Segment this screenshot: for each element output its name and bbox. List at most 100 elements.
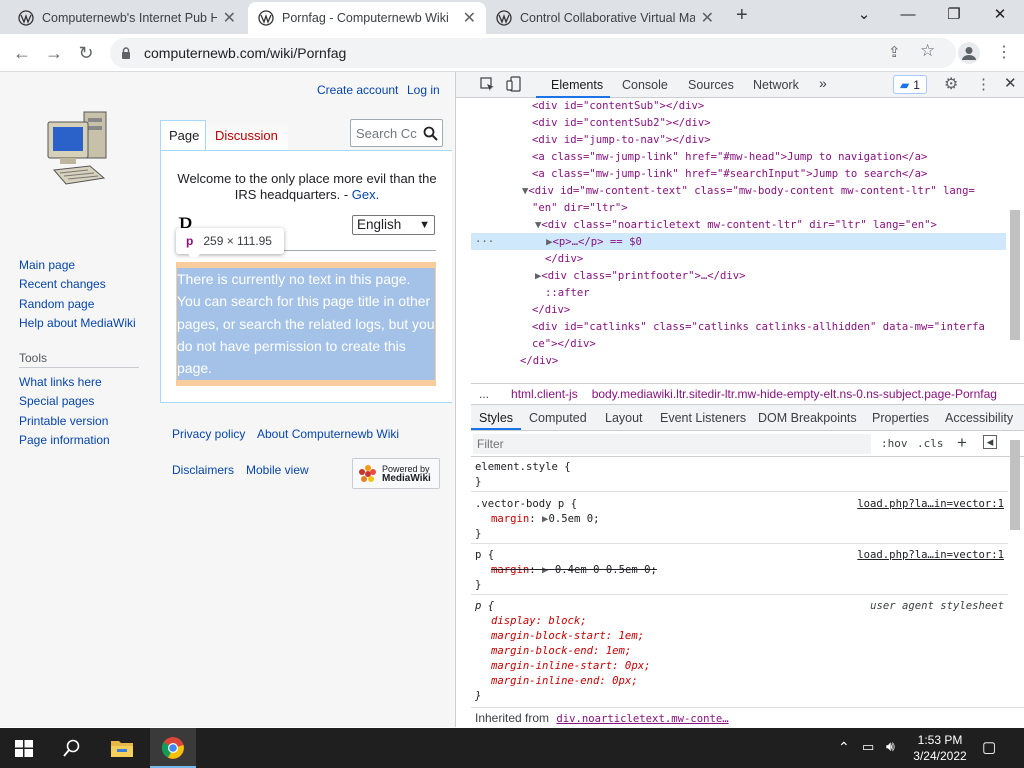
dom-line-expanded[interactable]: ▼<div id="mw-content-text" class="mw-bod… — [522, 183, 975, 200]
close-tab-icon[interactable]: ✕ — [463, 8, 476, 28]
settings-gear-icon[interactable]: ⚙ — [944, 74, 958, 94]
styles-tab-styles[interactable]: Styles — [479, 411, 513, 425]
tool-page-information[interactable]: Page information — [19, 433, 110, 447]
browser-menu-icon[interactable]: ⋮ — [996, 42, 1012, 62]
rule-vector-body-p[interactable]: .vector-body p { load.php?la…in=vector:1… — [471, 497, 1008, 544]
tab-pornfag[interactable]: Pornfag - Computernewb Wiki ✕ — [248, 2, 486, 34]
device-toolbar-icon[interactable] — [506, 76, 522, 92]
dom-line[interactable]: <div id="contentSub2"></div> — [532, 115, 711, 132]
devtools-tab-console[interactable]: Console — [622, 78, 668, 92]
styles-tab-dom-breakpoints[interactable]: DOM Breakpoints — [758, 411, 857, 425]
dom-line[interactable]: </div> — [532, 302, 570, 319]
nav-recent-changes[interactable]: Recent changes — [19, 277, 106, 291]
footer-about[interactable]: About Computernewb Wiki — [257, 427, 399, 441]
dom-line[interactable]: <a class="mw-jump-link" href="#searchInp… — [532, 166, 927, 183]
close-tab-icon[interactable]: ✕ — [223, 8, 236, 28]
rule-source-link[interactable]: load.php?la…in=vector:1 — [857, 497, 1004, 512]
taskbar-clock[interactable]: 1:53 PM 3/24/2022 — [912, 732, 968, 764]
dom-line[interactable]: <div id="catlinks" class="catlinks catli… — [532, 319, 985, 336]
hov-toggle[interactable]: :hov — [881, 437, 908, 450]
rule-user-agent-p[interactable]: p { user agent stylesheet display: block… — [471, 599, 1008, 702]
breadcrumb-body[interactable]: body.mediawiki.ltr.sitedir-ltr.mw-hide-e… — [592, 387, 997, 401]
nav-random-page[interactable]: Random page — [19, 297, 94, 311]
reload-icon[interactable]: ↻ — [74, 42, 98, 64]
styles-tab-accessibility[interactable]: Accessibility — [945, 411, 1013, 425]
share-icon[interactable]: ⇪ — [888, 43, 901, 61]
styles-tab-layout[interactable]: Layout — [605, 411, 643, 425]
issues-badge[interactable]: ▰ 1 — [893, 75, 927, 94]
log-in-link[interactable]: Log in — [407, 83, 440, 97]
rule-p[interactable]: p { load.php?la…in=vector:1 margin: ▶ 0.… — [471, 548, 1008, 595]
profile-avatar-icon[interactable] — [958, 42, 980, 64]
devtools-menu-icon[interactable]: ⋮ — [976, 75, 991, 93]
ellipsis-icon[interactable]: ··· — [475, 236, 494, 248]
new-tab-icon[interactable]: + — [736, 4, 748, 27]
dom-line-pseudo[interactable]: ::after — [545, 285, 590, 302]
footer-disclaimers[interactable]: Disclaimers — [172, 463, 234, 477]
dom-line[interactable]: </div> — [545, 251, 583, 268]
restore-icon[interactable]: ❐ — [934, 4, 974, 26]
address-bar[interactable]: computernewb.com/wiki/Pornfag — [110, 38, 956, 68]
close-devtools-icon[interactable]: ✕ — [1004, 74, 1017, 92]
styles-tab-properties[interactable]: Properties — [872, 411, 929, 425]
close-tab-icon[interactable]: ✕ — [701, 8, 714, 28]
styles-tab-computed[interactable]: Computed — [529, 411, 587, 425]
tab-page[interactable]: Page — [169, 128, 199, 143]
inspect-element-icon[interactable] — [480, 77, 495, 92]
forward-icon[interactable]: → — [42, 42, 66, 64]
dom-scrollbar[interactable] — [1010, 210, 1020, 340]
gex-link[interactable]: Gex. — [352, 187, 379, 202]
minimize-icon[interactable]: — — [888, 4, 928, 26]
search-icon[interactable] — [63, 739, 81, 757]
volume-icon[interactable]: 🔊︎ — [886, 738, 895, 755]
tool-printable-version[interactable]: Printable version — [19, 414, 108, 428]
nav-help-mediawiki[interactable]: Help about MediaWiki — [19, 316, 136, 330]
rule-element-style[interactable]: element.style { } — [471, 460, 1008, 492]
styles-tab-event-listeners[interactable]: Event Listeners — [660, 411, 746, 425]
tab-internet-pub[interactable]: Computernewb's Internet Pub He ✕ — [8, 2, 246, 34]
dom-line[interactable]: <div id="contentSub"></div> — [532, 98, 704, 115]
breadcrumb-html[interactable]: html.client-js — [511, 387, 578, 401]
show-hidden-icons-chevron-icon[interactable]: ⌃ — [838, 739, 850, 756]
styles-filter-input[interactable] — [473, 434, 871, 454]
nav-main-page[interactable]: Main page — [19, 258, 75, 272]
wiki-logo-computer[interactable] — [44, 108, 116, 192]
windows-start-icon[interactable] — [15, 740, 33, 757]
toggle-sidebar-icon[interactable]: ◂ — [983, 435, 997, 449]
devtools-tab-sources[interactable]: Sources — [688, 78, 734, 92]
devtools-tab-elements[interactable]: Elements — [551, 78, 603, 92]
rule-source-link[interactable]: load.php?la…in=vector:1 — [857, 548, 1004, 563]
more-tabs-icon[interactable]: » — [819, 75, 827, 91]
styles-scrollbar[interactable] — [1010, 440, 1020, 530]
dom-line[interactable]: <div id="jump-to-nav"></div> — [532, 132, 711, 149]
devtools-tab-network[interactable]: Network — [753, 78, 799, 92]
search-icon[interactable] — [423, 126, 438, 141]
tool-special-pages[interactable]: Special pages — [19, 394, 94, 408]
powered-by-mediawiki-badge[interactable]: Powered by MediaWiki — [352, 458, 440, 489]
dom-line[interactable]: <a class="mw-jump-link" href="#mw-head">… — [532, 149, 927, 166]
network-icon[interactable]: ▭ — [862, 739, 874, 755]
chrome-taskbar-button[interactable] — [150, 728, 196, 768]
tab-search-chevron-icon[interactable]: ⌄ — [844, 4, 884, 26]
footer-privacy-policy[interactable]: Privacy policy — [172, 427, 245, 441]
inherited-node-link[interactable]: div.noarticletext.mw-conte… — [556, 713, 728, 725]
bookmark-star-icon[interactable]: ☆ — [920, 41, 935, 61]
new-style-rule-icon[interactable]: + — [957, 433, 967, 453]
dom-line-selected[interactable]: ··· ▶<p>…</p> == $0 — [475, 234, 642, 251]
file-explorer-icon[interactable] — [110, 737, 134, 759]
close-window-icon[interactable]: ✕ — [980, 4, 1020, 26]
language-select[interactable]: English ▼ — [352, 215, 435, 235]
footer-mobile-view[interactable]: Mobile view — [246, 463, 309, 477]
tab-discussion[interactable]: Discussion — [215, 128, 278, 143]
back-icon[interactable]: ← — [10, 42, 34, 64]
create-account-link[interactable]: Create account — [317, 83, 398, 97]
dom-line[interactable]: ▶<div class="printfooter">…</div> — [535, 268, 746, 285]
dom-line[interactable]: </div> — [520, 353, 558, 370]
search-input[interactable]: Search Cc — [350, 119, 443, 147]
tab-control-collaborative[interactable]: Control Collaborative Virtual Ma ✕ — [486, 2, 724, 34]
notifications-icon[interactable]: ▢ — [982, 738, 996, 756]
dom-line-expanded[interactable]: ▼<div class="noarticletext mw-content-lt… — [535, 217, 937, 234]
tool-what-links-here[interactable]: What links here — [19, 375, 102, 389]
cls-toggle[interactable]: .cls — [917, 437, 944, 450]
breadcrumb-more[interactable]: ... — [479, 387, 489, 401]
